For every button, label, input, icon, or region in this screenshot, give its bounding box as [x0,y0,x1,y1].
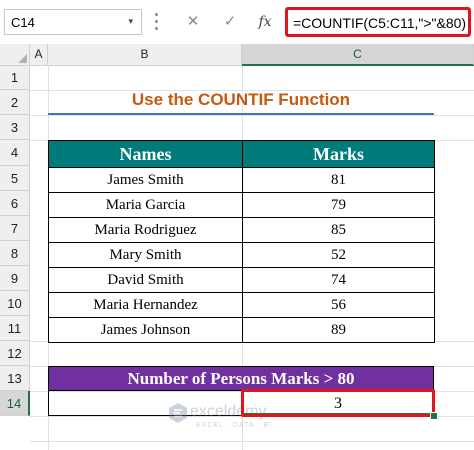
sheet-title: Use the COUNTIF Function [131,90,351,109]
title-underline [48,113,434,115]
chevron-down-icon[interactable]: ▾ [128,16,133,27]
table-header-row: Names Marks [48,140,435,168]
row-header-5[interactable]: 5 [0,166,30,191]
name-cell[interactable]: Mary Smith [48,242,243,268]
name-cell[interactable]: Maria Rodriguez [48,217,243,243]
result-highlight [241,389,435,417]
row-header-9[interactable]: 9 [0,266,30,291]
name-cell[interactable]: Maria Garcia [48,192,243,218]
gridline [30,441,474,442]
table-row: Maria Rodriguez 85 [48,217,435,243]
row-header-4[interactable]: 4 [0,140,30,166]
table-row: James Smith 81 [48,167,435,193]
column-header-b[interactable]: B [48,44,242,66]
row-header-1[interactable]: 1 [0,66,30,90]
marks-cell[interactable]: 52 [242,242,435,268]
select-all-button[interactable] [0,44,30,66]
formula-input[interactable]: =COUNTIF(C5:C11,">"&80) [285,7,471,37]
table-row: Maria Garcia 79 [48,192,435,218]
name-cell[interactable]: David Smith [48,267,243,293]
row-header-8[interactable]: 8 [0,241,30,266]
exceldemy-logo-icon [169,403,187,423]
marks-cell[interactable]: 74 [242,267,435,293]
row-header-14[interactable]: 14 [0,391,30,416]
row-header-10[interactable]: 10 [0,291,30,316]
row-header-13[interactable]: 13 [0,366,30,391]
summary-label[interactable]: Number of Persons Marks > 80 [48,366,434,391]
name-box-value: C14 [11,15,35,30]
marks-cell[interactable]: 85 [242,217,435,243]
watermark-tagline: EXCEL · DATA · BI [196,422,272,429]
table-row: Mary Smith 52 [48,242,435,268]
name-box[interactable]: C14 ▾ [4,9,142,35]
marks-cell[interactable]: 89 [242,317,435,343]
table-row: James Johnson 89 [48,317,435,343]
name-cell[interactable]: James Smith [48,167,243,193]
table-row: Maria Hernandez 56 [48,292,435,318]
fill-handle[interactable] [430,412,438,420]
name-cell[interactable]: James Johnson [48,317,243,343]
more-options-icon[interactable] [151,9,161,35]
column-header-a[interactable]: A [30,44,48,66]
header-marks[interactable]: Marks [242,140,435,168]
formula-text: =COUNTIF(C5:C11,">"&80) [293,15,467,31]
column-header-c[interactable]: C [242,44,474,66]
row-header-6[interactable]: 6 [0,191,30,216]
marks-cell[interactable]: 56 [242,292,435,318]
name-cell[interactable]: Maria Hernandez [48,292,243,318]
row-header-12[interactable]: 12 [0,341,30,366]
marks-cell[interactable]: 79 [242,192,435,218]
row-header-11[interactable]: 11 [0,316,30,341]
cancel-icon[interactable]: ✕ [180,9,206,35]
row-header-2[interactable]: 2 [0,90,30,115]
marks-cell[interactable]: 81 [242,167,435,193]
row-header-3[interactable]: 3 [0,115,30,140]
insert-function-icon[interactable]: fx [252,9,278,35]
table-row: David Smith 74 [48,267,435,293]
gridline [30,115,474,116]
marks-table: Names Marks James Smith 81 Maria Garcia … [48,140,435,343]
enter-icon[interactable]: ✓ [217,9,243,35]
header-names[interactable]: Names [48,140,243,168]
formula-bar: C14 ▾ ✕ ✓ fx =COUNTIF(C5:C11,">"&80) [0,0,474,45]
row-header-7[interactable]: 7 [0,216,30,241]
